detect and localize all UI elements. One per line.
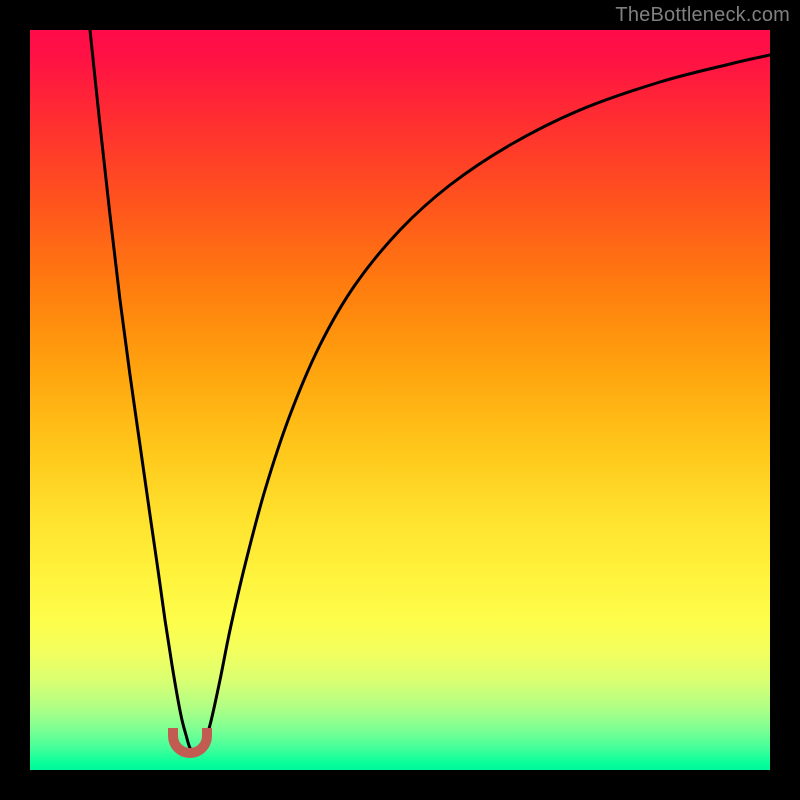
bottleneck-curve: [30, 30, 770, 770]
watermark-text: TheBottleneck.com: [615, 4, 790, 27]
plot-area: [30, 30, 770, 770]
chart-frame: TheBottleneck.com: [0, 0, 800, 800]
optimal-marker: [168, 728, 212, 758]
u-shape-icon: [168, 728, 212, 758]
